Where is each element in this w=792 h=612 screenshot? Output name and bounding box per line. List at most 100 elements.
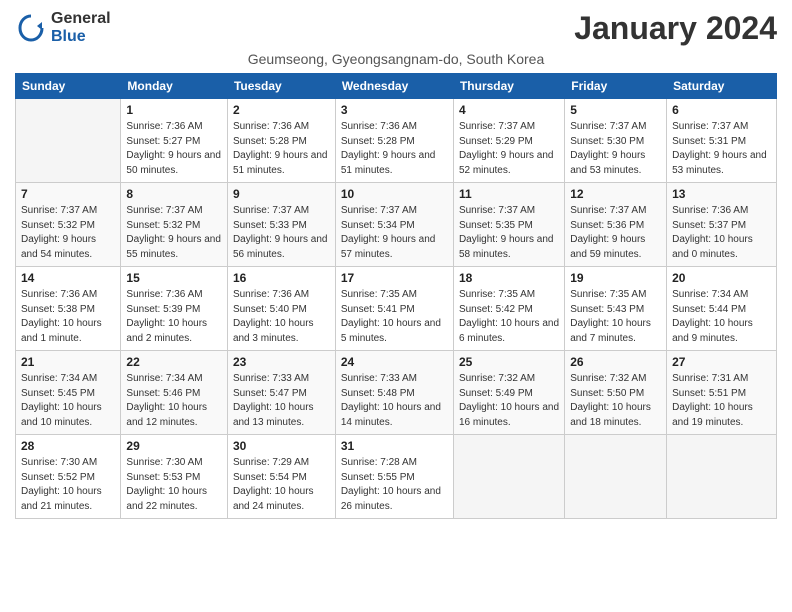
day-number: 23 [233, 355, 330, 369]
table-row: 6 Sunrise: 7:37 AMSunset: 5:31 PMDayligh… [667, 99, 777, 183]
table-row: 22 Sunrise: 7:34 AMSunset: 5:46 PMDaylig… [121, 351, 228, 435]
table-row [453, 435, 564, 519]
table-row: 24 Sunrise: 7:33 AMSunset: 5:48 PMDaylig… [335, 351, 453, 435]
day-number: 26 [570, 355, 661, 369]
calendar-week-row: 1 Sunrise: 7:36 AMSunset: 5:27 PMDayligh… [16, 99, 777, 183]
header-monday: Monday [121, 74, 228, 99]
day-info: Sunrise: 7:37 AMSunset: 5:36 PMDaylight:… [570, 204, 661, 262]
table-row: 23 Sunrise: 7:33 AMSunset: 5:47 PMDaylig… [227, 351, 335, 435]
day-info: Sunrise: 7:36 AMSunset: 5:40 PMDaylight:… [233, 288, 330, 346]
day-number: 21 [21, 355, 115, 369]
table-row: 18 Sunrise: 7:35 AMSunset: 5:42 PMDaylig… [453, 267, 564, 351]
day-info: Sunrise: 7:35 AMSunset: 5:43 PMDaylight:… [570, 288, 661, 346]
table-row: 17 Sunrise: 7:35 AMSunset: 5:41 PMDaylig… [335, 267, 453, 351]
day-info: Sunrise: 7:37 AMSunset: 5:34 PMDaylight:… [341, 204, 448, 262]
day-info: Sunrise: 7:30 AMSunset: 5:53 PMDaylight:… [126, 456, 222, 514]
day-number: 18 [459, 271, 559, 285]
table-row: 8 Sunrise: 7:37 AMSunset: 5:32 PMDayligh… [121, 183, 228, 267]
table-row: 30 Sunrise: 7:29 AMSunset: 5:54 PMDaylig… [227, 435, 335, 519]
day-info: Sunrise: 7:34 AMSunset: 5:44 PMDaylight:… [672, 288, 771, 346]
table-row: 16 Sunrise: 7:36 AMSunset: 5:40 PMDaylig… [227, 267, 335, 351]
table-row: 5 Sunrise: 7:37 AMSunset: 5:30 PMDayligh… [565, 99, 667, 183]
day-number: 9 [233, 187, 330, 201]
header-saturday: Saturday [667, 74, 777, 99]
table-row: 11 Sunrise: 7:37 AMSunset: 5:35 PMDaylig… [453, 183, 564, 267]
day-info: Sunrise: 7:36 AMSunset: 5:27 PMDaylight:… [126, 120, 222, 178]
day-number: 28 [21, 439, 115, 453]
table-row: 31 Sunrise: 7:28 AMSunset: 5:55 PMDaylig… [335, 435, 453, 519]
day-number: 19 [570, 271, 661, 285]
day-number: 30 [233, 439, 330, 453]
day-number: 1 [126, 103, 222, 117]
page-header: General Blue January 2024 [15, 10, 777, 47]
day-info: Sunrise: 7:36 AMSunset: 5:39 PMDaylight:… [126, 288, 222, 346]
day-info: Sunrise: 7:37 AMSunset: 5:32 PMDaylight:… [21, 204, 115, 262]
table-row: 13 Sunrise: 7:36 AMSunset: 5:37 PMDaylig… [667, 183, 777, 267]
header-sunday: Sunday [16, 74, 121, 99]
table-row: 1 Sunrise: 7:36 AMSunset: 5:27 PMDayligh… [121, 99, 228, 183]
day-number: 3 [341, 103, 448, 117]
day-info: Sunrise: 7:29 AMSunset: 5:54 PMDaylight:… [233, 456, 330, 514]
table-row: 21 Sunrise: 7:34 AMSunset: 5:45 PMDaylig… [16, 351, 121, 435]
day-info: Sunrise: 7:36 AMSunset: 5:37 PMDaylight:… [672, 204, 771, 262]
table-row: 10 Sunrise: 7:37 AMSunset: 5:34 PMDaylig… [335, 183, 453, 267]
day-info: Sunrise: 7:37 AMSunset: 5:30 PMDaylight:… [570, 120, 661, 178]
calendar-table: Sunday Monday Tuesday Wednesday Thursday… [15, 73, 777, 519]
header-friday: Friday [565, 74, 667, 99]
logo-icon [15, 12, 47, 44]
calendar-week-row: 7 Sunrise: 7:37 AMSunset: 5:32 PMDayligh… [16, 183, 777, 267]
day-info: Sunrise: 7:37 AMSunset: 5:33 PMDaylight:… [233, 204, 330, 262]
table-row: 14 Sunrise: 7:36 AMSunset: 5:38 PMDaylig… [16, 267, 121, 351]
table-row: 15 Sunrise: 7:36 AMSunset: 5:39 PMDaylig… [121, 267, 228, 351]
day-number: 10 [341, 187, 448, 201]
day-number: 5 [570, 103, 661, 117]
day-number: 7 [21, 187, 115, 201]
day-info: Sunrise: 7:36 AMSunset: 5:28 PMDaylight:… [341, 120, 448, 178]
day-number: 31 [341, 439, 448, 453]
day-info: Sunrise: 7:37 AMSunset: 5:35 PMDaylight:… [459, 204, 559, 262]
day-number: 17 [341, 271, 448, 285]
day-info: Sunrise: 7:33 AMSunset: 5:47 PMDaylight:… [233, 372, 330, 430]
header-wednesday: Wednesday [335, 74, 453, 99]
table-row [667, 435, 777, 519]
day-info: Sunrise: 7:34 AMSunset: 5:45 PMDaylight:… [21, 372, 115, 430]
calendar-subtitle: Geumseong, Gyeongsangnam-do, South Korea [15, 51, 777, 67]
day-number: 29 [126, 439, 222, 453]
day-number: 15 [126, 271, 222, 285]
day-info: Sunrise: 7:33 AMSunset: 5:48 PMDaylight:… [341, 372, 448, 430]
table-row: 28 Sunrise: 7:30 AMSunset: 5:52 PMDaylig… [16, 435, 121, 519]
day-number: 22 [126, 355, 222, 369]
day-number: 27 [672, 355, 771, 369]
header-tuesday: Tuesday [227, 74, 335, 99]
day-number: 12 [570, 187, 661, 201]
month-title: January 2024 [574, 10, 777, 47]
day-info: Sunrise: 7:30 AMSunset: 5:52 PMDaylight:… [21, 456, 115, 514]
day-number: 4 [459, 103, 559, 117]
table-row: 27 Sunrise: 7:31 AMSunset: 5:51 PMDaylig… [667, 351, 777, 435]
day-number: 20 [672, 271, 771, 285]
table-row [565, 435, 667, 519]
table-row: 26 Sunrise: 7:32 AMSunset: 5:50 PMDaylig… [565, 351, 667, 435]
day-number: 11 [459, 187, 559, 201]
calendar-week-row: 28 Sunrise: 7:30 AMSunset: 5:52 PMDaylig… [16, 435, 777, 519]
day-info: Sunrise: 7:35 AMSunset: 5:42 PMDaylight:… [459, 288, 559, 346]
day-number: 14 [21, 271, 115, 285]
table-row: 7 Sunrise: 7:37 AMSunset: 5:32 PMDayligh… [16, 183, 121, 267]
day-info: Sunrise: 7:35 AMSunset: 5:41 PMDaylight:… [341, 288, 448, 346]
table-row: 2 Sunrise: 7:36 AMSunset: 5:28 PMDayligh… [227, 99, 335, 183]
table-row: 12 Sunrise: 7:37 AMSunset: 5:36 PMDaylig… [565, 183, 667, 267]
table-row: 19 Sunrise: 7:35 AMSunset: 5:43 PMDaylig… [565, 267, 667, 351]
day-info: Sunrise: 7:36 AMSunset: 5:28 PMDaylight:… [233, 120, 330, 178]
day-info: Sunrise: 7:28 AMSunset: 5:55 PMDaylight:… [341, 456, 448, 514]
header-thursday: Thursday [453, 74, 564, 99]
table-row: 9 Sunrise: 7:37 AMSunset: 5:33 PMDayligh… [227, 183, 335, 267]
table-row: 25 Sunrise: 7:32 AMSunset: 5:49 PMDaylig… [453, 351, 564, 435]
day-info: Sunrise: 7:37 AMSunset: 5:31 PMDaylight:… [672, 120, 771, 178]
day-info: Sunrise: 7:37 AMSunset: 5:32 PMDaylight:… [126, 204, 222, 262]
logo-general-text: General [51, 10, 111, 27]
day-number: 16 [233, 271, 330, 285]
day-info: Sunrise: 7:34 AMSunset: 5:46 PMDaylight:… [126, 372, 222, 430]
table-row [16, 99, 121, 183]
day-number: 24 [341, 355, 448, 369]
day-number: 8 [126, 187, 222, 201]
